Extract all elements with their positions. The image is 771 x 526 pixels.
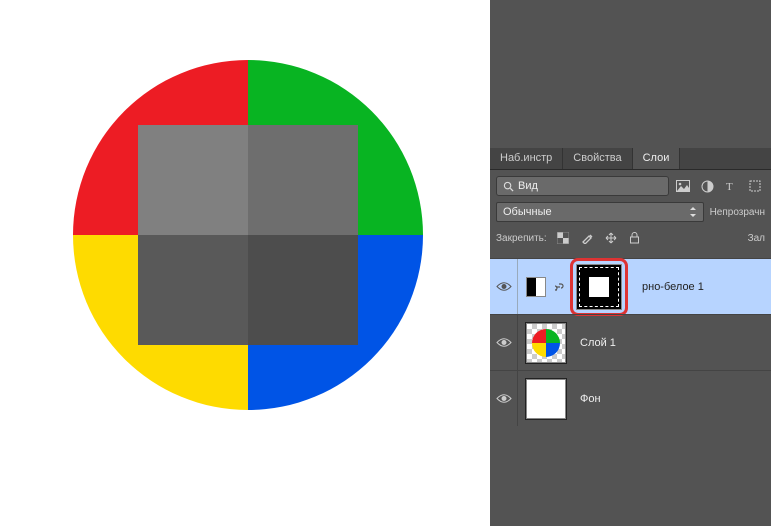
blend-mode-value: Обычные [503, 206, 552, 218]
eye-icon [496, 281, 512, 292]
canvas-artwork [68, 55, 428, 418]
visibility-toggle[interactable] [490, 259, 518, 314]
eye-icon [496, 337, 512, 348]
lock-all-icon[interactable] [627, 230, 643, 246]
visibility-toggle[interactable] [490, 371, 518, 426]
opacity-label: Непрозрачн [710, 207, 765, 218]
adjustment-thumb[interactable] [526, 277, 546, 297]
layer-mask-thumb[interactable] [576, 264, 622, 310]
blend-mode-select[interactable]: Обычные [496, 202, 704, 222]
layer-background[interactable]: Фон [490, 370, 771, 426]
panel-tabs: Наб.инстр Свойства Слои [490, 148, 771, 170]
mask-highlight [570, 258, 628, 316]
layer-name[interactable]: Слой 1 [580, 337, 616, 349]
layer-name[interactable]: рно-белое 1 [642, 281, 704, 293]
filter-type-icon[interactable]: T [723, 178, 739, 194]
layer-filter-select[interactable]: Вид [496, 176, 669, 196]
filter-adjust-icon[interactable] [699, 178, 715, 194]
search-icon [503, 181, 514, 192]
layer-name[interactable]: Фон [580, 393, 601, 405]
panels-area: Наб.инстр Свойства Слои Вид T Обычные Не… [490, 0, 771, 526]
layer-thumb[interactable] [526, 379, 566, 419]
tab-layers[interactable]: Слои [633, 148, 681, 169]
canvas-area[interactable] [0, 0, 490, 526]
fill-label: Зал [748, 233, 765, 244]
tab-navigator[interactable]: Наб.инстр [490, 148, 563, 169]
filter-label: Вид [518, 180, 538, 192]
lock-pixels-icon[interactable] [579, 230, 595, 246]
eye-icon [496, 393, 512, 404]
tab-properties[interactable]: Свойства [563, 148, 632, 169]
layers-list: рно-белое 1 Слой 1 [490, 258, 771, 426]
svg-text:T: T [726, 181, 733, 192]
filter-image-icon[interactable] [675, 178, 691, 194]
filter-icons: T [675, 178, 765, 194]
lock-position-icon[interactable] [603, 230, 619, 246]
lock-row: Закрепить: Зал [496, 228, 765, 252]
layer-adjustment-bw[interactable]: рно-белое 1 [490, 258, 771, 314]
lock-transparent-icon[interactable] [555, 230, 571, 246]
link-icon[interactable] [552, 281, 564, 293]
updown-icon [689, 207, 697, 217]
layer-1[interactable]: Слой 1 [490, 314, 771, 370]
lock-label: Закрепить: [496, 233, 547, 244]
layer-thumb[interactable] [526, 323, 566, 363]
layers-panel: Вид T Обычные Непрозрачн Закрепить: Зал [490, 170, 771, 258]
filter-shape-icon[interactable] [747, 178, 763, 194]
visibility-toggle[interactable] [490, 315, 518, 370]
